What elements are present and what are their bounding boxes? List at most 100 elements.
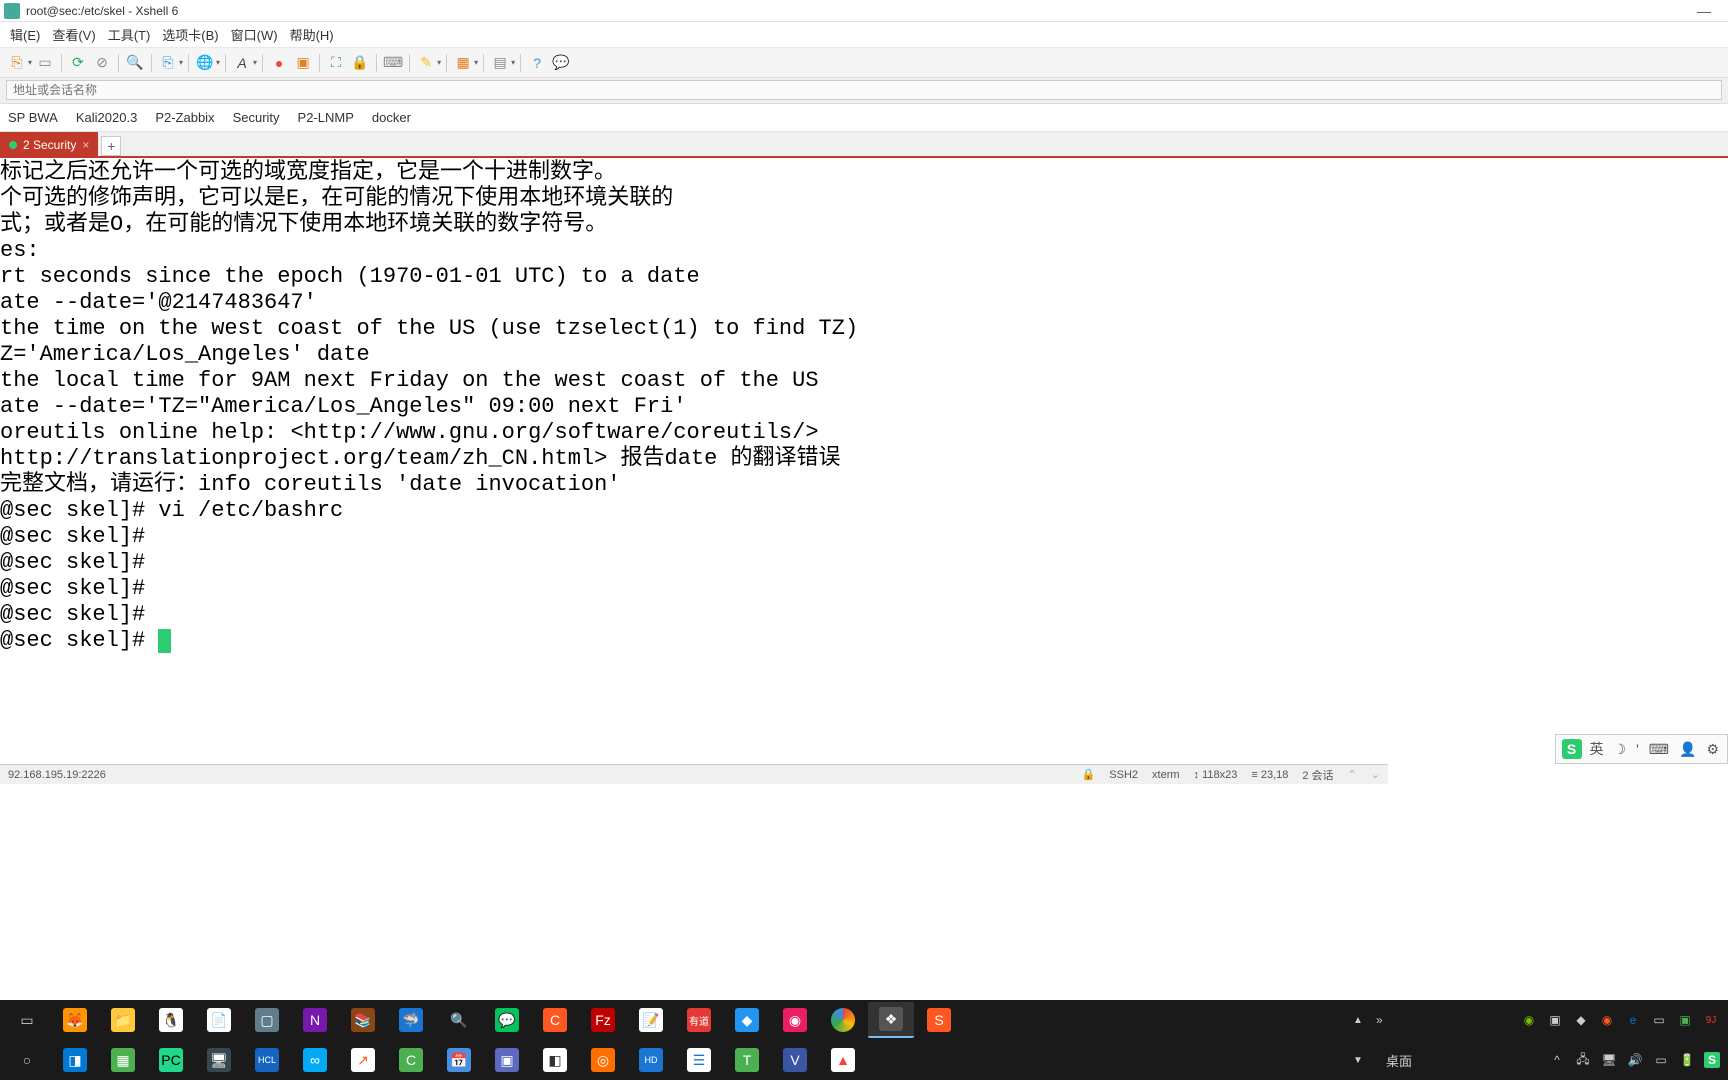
menu-tab[interactable]: 选项卡(B): [156, 22, 224, 47]
lock-icon[interactable]: 🔒: [349, 52, 371, 74]
cortana-icon[interactable]: ○: [4, 1042, 50, 1078]
hdp-icon[interactable]: HD: [628, 1042, 674, 1078]
app-icon[interactable]: 📅: [436, 1042, 482, 1078]
app-icon[interactable]: ▣: [484, 1042, 530, 1078]
app-icon[interactable]: ☰: [676, 1042, 722, 1078]
chevron-up-icon[interactable]: ▲: [1353, 1015, 1363, 1026]
record-icon[interactable]: ●: [268, 52, 290, 74]
fullscreen-icon[interactable]: ⛶: [325, 52, 347, 74]
open-icon[interactable]: ▭: [34, 52, 56, 74]
app-icon[interactable]: ∞: [292, 1042, 338, 1078]
close-icon[interactable]: ×: [82, 138, 89, 152]
wireshark-icon[interactable]: 🦈: [388, 1002, 434, 1038]
youdao-icon[interactable]: 有道: [676, 1002, 722, 1038]
app-icon[interactable]: ▦: [100, 1042, 146, 1078]
file-icon[interactable]: 📄: [196, 1002, 242, 1038]
quicklink-spbwa[interactable]: SP BWA: [8, 110, 58, 125]
network-icon[interactable]: 🖧: [1574, 1051, 1592, 1069]
task-view-icon[interactable]: ▭: [4, 1002, 50, 1038]
dropdown-icon[interactable]: ▾: [253, 58, 257, 67]
tray-icon[interactable]: ▭: [1650, 1011, 1668, 1029]
comma-icon[interactable]: ': [1634, 741, 1641, 757]
chevron-up-icon[interactable]: ⌃: [1348, 768, 1357, 781]
dropdown-icon[interactable]: ▾: [216, 58, 220, 67]
keyboard-icon[interactable]: ⌨: [382, 52, 404, 74]
disconnect-icon[interactable]: ⊘: [91, 52, 113, 74]
quicklink-lnmp[interactable]: P2-LNMP: [298, 110, 354, 125]
chevron-down-icon[interactable]: ▼: [1353, 1055, 1363, 1066]
dropdown-icon[interactable]: ▾: [437, 58, 441, 67]
menu-window[interactable]: 窗口(W): [225, 22, 284, 47]
tray-icon[interactable]: 9J: [1702, 1011, 1720, 1029]
tray-icon[interactable]: ▣: [1676, 1011, 1694, 1029]
quicklink-zabbix[interactable]: P2-Zabbix: [155, 110, 214, 125]
globe-icon[interactable]: 🌐: [194, 52, 216, 74]
onenote-icon[interactable]: N: [292, 1002, 338, 1038]
menu-view[interactable]: 查看(V): [46, 22, 101, 47]
moon-icon[interactable]: ☽: [1612, 741, 1629, 758]
ime-language[interactable]: 英: [1588, 739, 1606, 759]
qq-icon[interactable]: 🐧: [148, 1002, 194, 1038]
app-icon[interactable]: ◆: [724, 1002, 770, 1038]
app-icon[interactable]: ▲: [820, 1042, 866, 1078]
vmware-icon[interactable]: ▢: [244, 1002, 290, 1038]
firefox-icon[interactable]: 🦊: [52, 1002, 98, 1038]
terminal-output[interactable]: 标记之后还允许一个可选的域宽度指定，它是一个十进制数字。个可选的修饰声明，它可以…: [0, 158, 1728, 758]
volume-icon[interactable]: 🔊: [1626, 1051, 1644, 1069]
find-icon[interactable]: 🔍: [124, 52, 146, 74]
sogou-tray-icon[interactable]: S: [1704, 1052, 1720, 1068]
calibre-icon[interactable]: 📚: [340, 1002, 386, 1038]
person-icon[interactable]: 👤: [1677, 741, 1698, 758]
chevron-icon[interactable]: »: [1376, 1013, 1383, 1027]
tray-icon[interactable]: ◆: [1572, 1011, 1590, 1029]
menu-help[interactable]: 帮助(H): [284, 22, 340, 47]
menu-tools[interactable]: 工具(T): [102, 22, 157, 47]
sogou-icon[interactable]: S: [1562, 739, 1582, 759]
filezilla-icon[interactable]: Fz: [580, 1002, 626, 1038]
help-icon[interactable]: ?: [526, 52, 548, 74]
stop-icon[interactable]: ▣: [292, 52, 314, 74]
pycharm-icon[interactable]: PC: [148, 1042, 194, 1078]
app-icon[interactable]: T: [724, 1042, 770, 1078]
nvidia-icon[interactable]: ◉: [1520, 1011, 1538, 1029]
new-tab-icon[interactable]: ▦: [452, 52, 474, 74]
dropdown-icon[interactable]: ▾: [511, 58, 515, 67]
notepad-icon[interactable]: 📝: [628, 1002, 674, 1038]
edge-icon[interactable]: e: [1624, 1011, 1642, 1029]
search-icon[interactable]: 🔍: [436, 1002, 482, 1038]
app-icon[interactable]: C: [532, 1002, 578, 1038]
layout-icon[interactable]: ▤: [489, 52, 511, 74]
app-icon[interactable]: ◎: [580, 1042, 626, 1078]
menu-edit[interactable]: 辑(E): [4, 22, 46, 47]
quicklink-security[interactable]: Security: [233, 110, 280, 125]
tray-icon[interactable]: ▣: [1546, 1011, 1564, 1029]
reconnect-icon[interactable]: ⟳: [67, 52, 89, 74]
settings-icon[interactable]: ⚙: [1704, 741, 1721, 758]
wechat-icon[interactable]: 💬: [484, 1002, 530, 1038]
tray-icon[interactable]: ◉: [1598, 1011, 1616, 1029]
file-explorer-icon[interactable]: 📁: [100, 1002, 146, 1038]
chrome-icon[interactable]: [820, 1002, 866, 1038]
monitor-icon[interactable]: 🖥: [1600, 1051, 1618, 1069]
dropdown-icon[interactable]: ▾: [474, 58, 478, 67]
battery-icon[interactable]: 🔋: [1678, 1051, 1696, 1069]
address-input[interactable]: [6, 80, 1722, 100]
app-icon[interactable]: 🖥: [196, 1042, 242, 1078]
tray-icon[interactable]: ▭: [1652, 1051, 1670, 1069]
dropdown-icon[interactable]: ▾: [179, 58, 183, 67]
app-icon[interactable]: ◧: [532, 1042, 578, 1078]
chevron-up-icon[interactable]: ^: [1548, 1051, 1566, 1069]
app-icon[interactable]: ↗: [340, 1042, 386, 1078]
visio-icon[interactable]: V: [772, 1042, 818, 1078]
taskbar-overflow[interactable]: ▲ ▼: [1348, 1000, 1368, 1080]
quicklink-docker[interactable]: docker: [372, 110, 411, 125]
add-tab-button[interactable]: +: [101, 136, 121, 156]
minimize-button[interactable]: —: [1684, 0, 1724, 22]
camtasia-icon[interactable]: C: [388, 1042, 434, 1078]
dropdown-icon[interactable]: ▾: [28, 58, 32, 67]
app-icon[interactable]: ◨: [52, 1042, 98, 1078]
chevron-down-icon[interactable]: ⌄: [1371, 768, 1380, 781]
tab-security[interactable]: 2 Security ×: [0, 132, 98, 156]
copy-icon[interactable]: ⎘: [157, 52, 179, 74]
sogou-icon[interactable]: S: [916, 1002, 962, 1038]
